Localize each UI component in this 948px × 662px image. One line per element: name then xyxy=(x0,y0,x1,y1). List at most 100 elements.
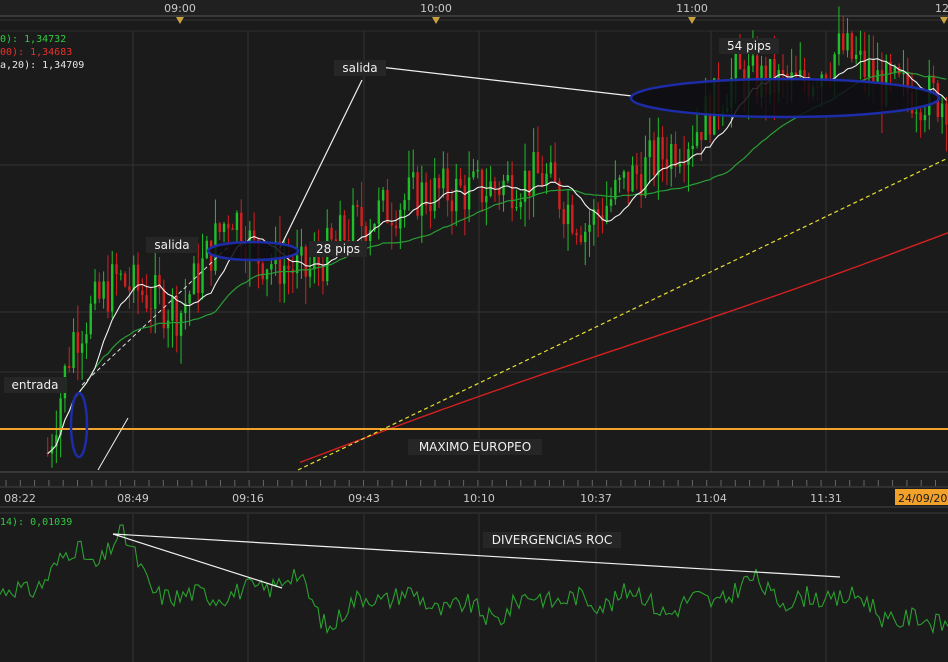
candle-bull xyxy=(455,178,458,212)
candle-bull xyxy=(657,137,660,176)
candle-bull xyxy=(472,171,475,178)
candle-bear xyxy=(429,205,432,211)
candle-bear xyxy=(738,53,742,70)
candle-bull xyxy=(734,53,737,78)
candle-bull xyxy=(89,303,92,335)
candle-bear xyxy=(390,222,393,226)
top-tick-12: 12 xyxy=(935,2,948,15)
candle-bull xyxy=(631,165,634,192)
candle-bear xyxy=(128,286,131,291)
candle-bull xyxy=(523,170,527,202)
candle-bull xyxy=(80,343,84,353)
candle-bull xyxy=(377,200,381,224)
candle-bear xyxy=(321,265,325,282)
bottom-tick: 11:04 xyxy=(695,492,727,505)
candle-bull xyxy=(119,273,123,275)
bottom-tick: 08:49 xyxy=(117,492,149,505)
candle-bear xyxy=(76,332,80,353)
bottom-tick: 08:22 xyxy=(4,492,36,505)
candle-bull xyxy=(506,175,510,181)
candle-bull xyxy=(308,269,312,277)
candle-bear xyxy=(945,103,948,125)
date-tag: 24/09/20 xyxy=(898,492,947,505)
bottom-tick: 09:16 xyxy=(232,492,264,505)
candle-bull xyxy=(72,332,75,369)
candle-bull xyxy=(283,265,286,284)
top-tick-1000: 10:00 xyxy=(420,2,452,15)
candle-bull xyxy=(695,132,699,146)
candle-bear xyxy=(218,223,221,233)
candle-bull xyxy=(171,295,174,321)
candle-bear xyxy=(682,163,686,165)
candle-bull xyxy=(132,264,135,291)
candle-bull xyxy=(837,33,841,55)
candle-bull xyxy=(502,180,505,196)
exit-zone-ellipse-2[interactable] xyxy=(629,77,941,119)
candle-bull xyxy=(532,152,535,196)
candle-bear xyxy=(541,173,544,186)
candle-bull xyxy=(566,204,570,225)
candle-bear xyxy=(480,169,484,203)
candle-bear xyxy=(123,273,127,287)
candle-bear xyxy=(450,200,454,212)
candle-bull xyxy=(442,168,445,189)
bottom-tick: 11:31 xyxy=(810,492,842,505)
candle-bull xyxy=(609,199,613,206)
candle-bull xyxy=(618,177,621,180)
candle-bear xyxy=(897,67,901,75)
roc-legend: 14): 0,01039 xyxy=(0,517,72,528)
candle-bear xyxy=(446,168,449,201)
candle-bull xyxy=(622,171,626,178)
candle-bull xyxy=(476,169,479,172)
bottom-tick: 10:37 xyxy=(580,492,612,505)
candle-bear xyxy=(493,181,497,189)
candle-bull xyxy=(940,103,944,118)
candle-bull xyxy=(902,72,905,75)
candle-bull xyxy=(867,60,871,77)
candle-bull xyxy=(515,207,518,209)
candle-bear xyxy=(627,171,630,192)
candle-bear xyxy=(562,209,565,225)
candle-bull xyxy=(751,55,755,66)
exit-zone-ellipse-1[interactable] xyxy=(206,240,300,262)
candle-bull xyxy=(338,215,342,243)
candle-bear xyxy=(106,281,110,312)
legend-ma-20: a,20): 1,34709 xyxy=(0,60,84,71)
candle-bear xyxy=(394,225,398,229)
candle-bull xyxy=(691,145,694,150)
candle-bull xyxy=(433,178,436,211)
salida-label-2: salida xyxy=(342,61,377,75)
candle-bull xyxy=(915,112,918,114)
candle-bear xyxy=(364,226,368,242)
candle-bull xyxy=(648,140,651,158)
candle-bull xyxy=(846,33,849,51)
candle-bear xyxy=(252,230,256,240)
candle-bull xyxy=(270,264,273,270)
candle-bear xyxy=(553,162,557,182)
candle-bull xyxy=(188,294,191,304)
candle-bear xyxy=(149,308,153,310)
candle-bull xyxy=(179,312,183,336)
candle-bear xyxy=(98,281,101,299)
candle-bull xyxy=(549,162,553,174)
candle-bear xyxy=(197,263,200,294)
candle-bear xyxy=(175,295,178,336)
candle-bear xyxy=(652,140,656,176)
candle-bear xyxy=(330,227,333,240)
candle-bear xyxy=(700,132,703,140)
candle-bear xyxy=(919,112,922,121)
candle-bull xyxy=(687,149,690,165)
legend-sma-slow: 00): 1,34683 xyxy=(0,47,72,58)
candle-bull xyxy=(489,181,492,197)
top-tick-0900: 09:00 xyxy=(164,2,196,15)
candle-bear xyxy=(231,228,234,231)
bottom-tick: 10:10 xyxy=(463,492,495,505)
pips-28-label: 28 pips xyxy=(316,242,360,256)
maximo-europeo-label: MAXIMO EUROPEO xyxy=(419,440,531,454)
candle-bear xyxy=(416,172,419,216)
candle-bear xyxy=(459,178,462,186)
candle-bull xyxy=(102,281,105,299)
entrada-label: entrada xyxy=(12,378,59,392)
candle-bull xyxy=(588,224,591,232)
salida-label-1: salida xyxy=(154,238,189,252)
